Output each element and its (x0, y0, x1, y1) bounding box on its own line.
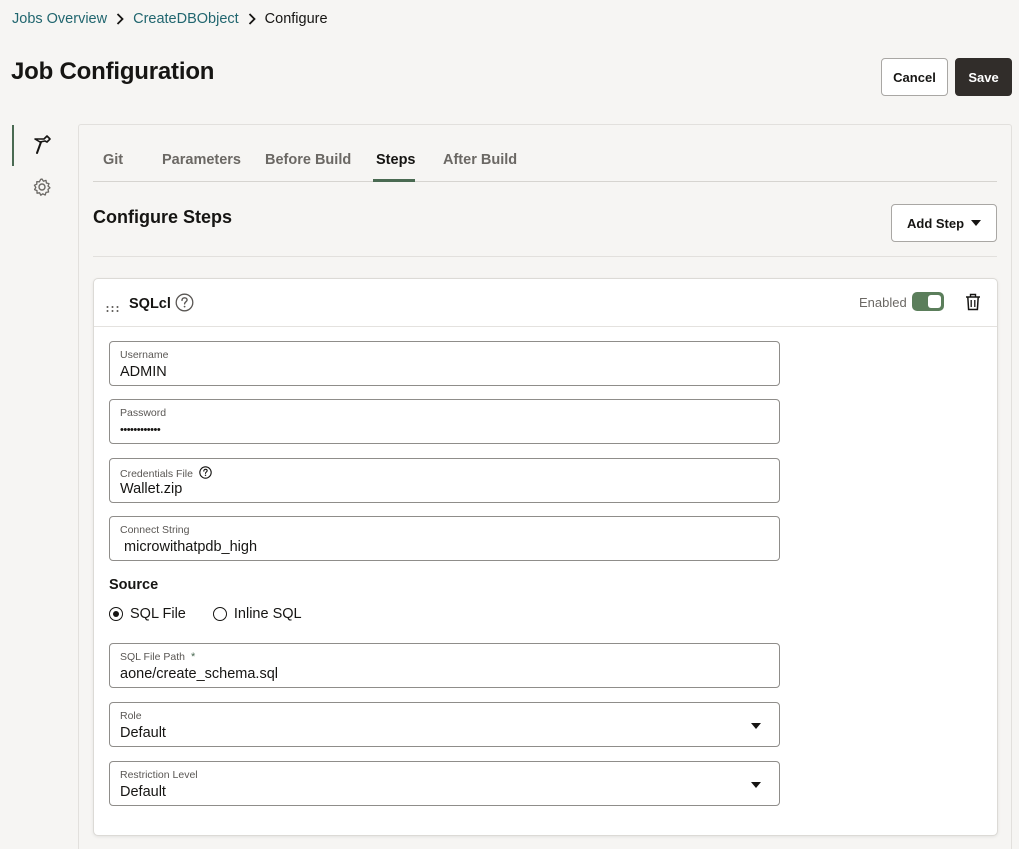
help-icon[interactable] (175, 293, 194, 317)
save-button[interactable]: Save (955, 58, 1012, 96)
step-card-sqlcl: SQLcl Enabled Username ADMIN Password ••… (93, 278, 998, 836)
credentials-file-label-row: Credentials File (120, 466, 212, 482)
password-value: •••••••••••• (120, 424, 161, 436)
breadcrumb-link-jobs-overview[interactable]: Jobs Overview (12, 11, 107, 27)
chevron-right-icon (239, 13, 265, 25)
divider (93, 256, 997, 257)
chevron-right-icon (107, 13, 133, 25)
radio-inline-sql-label: Inline SQL (233, 606, 302, 622)
active-tab-indicator (373, 179, 415, 182)
tab-before-build[interactable]: Before Build (265, 152, 351, 168)
section-title: Configure Steps (93, 207, 233, 227)
add-step-label: Add Step (907, 215, 965, 231)
radio-unchecked-icon (212, 607, 227, 621)
password-label: Password (120, 407, 167, 419)
enabled-label: Enabled (859, 295, 907, 310)
connect-string-label: Connect String (120, 524, 190, 536)
breadcrumb-current: Configure (264, 11, 328, 27)
tab-git[interactable]: Git (103, 152, 123, 168)
restriction-level-select[interactable]: Restriction Level Default (109, 761, 780, 806)
caret-down-icon (971, 220, 981, 226)
credentials-file-label: Credentials File (120, 468, 193, 480)
username-value: ADMIN (120, 364, 167, 380)
role-select[interactable]: Role Default (109, 702, 780, 747)
gear-icon[interactable] (31, 176, 53, 198)
tab-bar: Git Parameters Before Build Steps After … (93, 125, 997, 182)
tab-steps[interactable]: Steps (376, 152, 416, 168)
sql-file-path-label-row: SQL File Path * (120, 651, 195, 663)
page-title: Job Configuration (11, 58, 215, 85)
role-label: Role (120, 710, 142, 722)
rail-active-indicator (12, 125, 14, 166)
restriction-level-value: Default (120, 784, 166, 800)
step-title: SQLcl (129, 296, 171, 312)
connect-string-value: microwithatpdb_high (120, 539, 258, 555)
toggle-knob (928, 295, 941, 308)
radio-sql-file-label: SQL File (130, 606, 186, 622)
caret-down-icon (751, 723, 761, 729)
cancel-button[interactable]: Cancel (881, 58, 948, 96)
sql-file-path-field[interactable]: SQL File Path * aone/create_schema.sql (109, 643, 780, 688)
caret-down-icon (751, 782, 761, 788)
hammer-icon[interactable] (31, 134, 53, 156)
drag-handle-icon[interactable] (106, 299, 120, 317)
enabled-toggle[interactable] (912, 292, 944, 311)
source-label: Source (109, 577, 159, 593)
job-config-panel: Git Parameters Before Build Steps After … (78, 124, 1012, 849)
username-label: Username (120, 349, 169, 361)
role-value: Default (120, 725, 166, 741)
credentials-file-value: Wallet.zip (120, 481, 183, 497)
restriction-level-label: Restriction Level (120, 769, 198, 781)
radio-sql-file[interactable]: SQL File (109, 606, 186, 622)
step-card-header: SQLcl Enabled (94, 279, 997, 327)
breadcrumb-link-createdbobject[interactable]: CreateDBObject (133, 11, 239, 27)
tab-parameters[interactable]: Parameters (162, 152, 241, 168)
tab-after-build[interactable]: After Build (443, 152, 517, 168)
trash-icon[interactable] (965, 293, 981, 316)
sql-file-path-value: aone/create_schema.sql (120, 666, 278, 682)
breadcrumb: Jobs Overview CreateDBObject Configure (12, 11, 328, 27)
password-field[interactable]: Password •••••••••••• (109, 399, 780, 444)
username-field[interactable]: Username ADMIN (109, 341, 780, 386)
help-icon[interactable] (199, 466, 212, 482)
add-step-button[interactable]: Add Step (891, 204, 997, 242)
radio-inline-sql[interactable]: Inline SQL (212, 606, 302, 622)
sql-file-path-label: SQL File Path (120, 651, 185, 663)
source-radio-group: SQL File Inline SQL (109, 606, 329, 622)
connect-string-field[interactable]: Connect String microwithatpdb_high (109, 516, 780, 561)
radio-checked-icon (109, 607, 123, 621)
required-indicator: * (190, 651, 196, 663)
credentials-file-field[interactable]: Credentials File Wallet.zip (109, 458, 780, 503)
